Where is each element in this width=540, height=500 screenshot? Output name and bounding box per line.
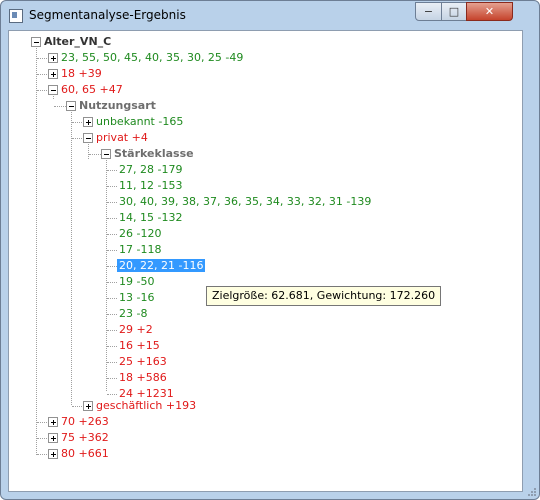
tree-line <box>36 45 37 455</box>
tree-line <box>106 155 107 391</box>
tree-node-age-group[interactable]: 70 +263 <box>59 414 111 429</box>
tree-line <box>107 186 117 187</box>
collapse-icon[interactable] <box>48 85 58 95</box>
tree-line <box>107 266 117 267</box>
expand-icon[interactable] <box>83 401 93 411</box>
tree-node-staerkeklasse[interactable]: Stärkeklasse <box>112 146 196 161</box>
tree-line <box>107 202 117 203</box>
tree-line <box>107 234 117 235</box>
expand-icon[interactable] <box>48 69 58 79</box>
tree-leaf-staerkeklasse[interactable]: 13 -16 <box>117 290 156 305</box>
tree-node-usage[interactable]: unbekannt -165 <box>94 114 185 129</box>
tree-root[interactable]: Alter_VN_C <box>42 34 113 49</box>
tree-line <box>107 378 117 379</box>
close-icon: ✕ <box>484 5 495 18</box>
tree-node-age-group[interactable]: 23, 55, 50, 45, 40, 35, 30, 25 -49 <box>59 50 245 65</box>
collapse-icon[interactable] <box>101 149 111 159</box>
tree-node-age-group[interactable]: 75 +362 <box>59 430 111 445</box>
tree-node-nutzungsart[interactable]: Nutzungsart <box>77 98 158 113</box>
tree-node-age-group[interactable]: 18 +39 <box>59 66 104 81</box>
tree-leaf-staerkeklasse[interactable]: 14, 15 -132 <box>117 210 184 225</box>
tree-line <box>107 346 117 347</box>
tree-leaf-staerkeklasse[interactable]: 16 +15 <box>117 338 162 353</box>
minimize-icon: − <box>423 5 434 18</box>
tree-line <box>107 170 117 171</box>
tree-line <box>107 282 117 283</box>
tree-leaf-staerkeklasse[interactable]: 11, 12 -153 <box>117 178 184 193</box>
tree-leaf-staerkeklasse[interactable]: 20, 22, 21 -116 <box>117 258 206 273</box>
title-bar[interactable]: Segmentanalyse-Ergebnis − □ ✕ <box>1 1 539 31</box>
tree-leaf-staerkeklasse[interactable]: 18 +586 <box>117 370 169 385</box>
resize-grip-icon[interactable] <box>527 487 537 497</box>
tree-line <box>107 362 117 363</box>
expand-icon[interactable] <box>48 417 58 427</box>
tree-view[interactable]: Alter_VN_C 23, 55, 50, 45, 40, 35, 30, 2… <box>8 30 523 492</box>
tree-leaf-staerkeklasse[interactable]: 30, 40, 39, 38, 37, 36, 35, 34, 33, 32, … <box>117 194 373 209</box>
tree-line <box>71 107 72 405</box>
tree-leaf-staerkeklasse[interactable]: 25 +163 <box>117 354 169 369</box>
tree-node-age-group[interactable]: 80 +661 <box>59 446 111 461</box>
tree-leaf-staerkeklasse[interactable]: 26 -120 <box>117 226 163 241</box>
tree-leaf-staerkeklasse[interactable]: 29 +2 <box>117 322 155 337</box>
expand-icon[interactable] <box>48 53 58 63</box>
collapse-icon[interactable] <box>83 133 93 143</box>
tree-leaf-staerkeklasse[interactable]: 27, 28 -179 <box>117 162 184 177</box>
collapse-icon[interactable] <box>66 101 76 111</box>
tree-node-usage[interactable]: geschäftlich +193 <box>94 398 198 413</box>
tree-line <box>107 314 117 315</box>
maximize-icon: □ <box>448 5 460 18</box>
tree-node-usage[interactable]: privat +4 <box>94 130 150 145</box>
tooltip: Zielgröße: 62.681, Gewichtung: 172.260 <box>206 286 442 306</box>
tree-line <box>107 394 117 395</box>
result-window: Segmentanalyse-Ergebnis − □ ✕ Alter_VN_C… <box>0 0 540 500</box>
tree-leaf-staerkeklasse[interactable]: 17 -118 <box>117 242 163 257</box>
tree-line <box>107 250 117 251</box>
tree-leaf-staerkeklasse[interactable]: 23 -8 <box>117 306 149 321</box>
collapse-icon[interactable] <box>31 37 41 47</box>
tree-line <box>107 330 117 331</box>
maximize-button[interactable]: □ <box>441 2 467 21</box>
tree-line <box>107 218 117 219</box>
tree-line <box>107 298 117 299</box>
segment-tree: Alter_VN_C 23, 55, 50, 45, 40, 35, 30, 2… <box>9 31 522 491</box>
tree-leaf-staerkeklasse[interactable]: 19 -50 <box>117 274 156 289</box>
minimize-button[interactable]: − <box>415 2 442 21</box>
app-icon <box>9 9 23 23</box>
close-button[interactable]: ✕ <box>466 2 513 21</box>
tree-node-age-group[interactable]: 60, 65 +47 <box>59 82 125 97</box>
expand-icon[interactable] <box>48 449 58 459</box>
window-title: Segmentanalyse-Ergebnis <box>29 8 186 22</box>
expand-icon[interactable] <box>48 433 58 443</box>
expand-icon[interactable] <box>83 117 93 127</box>
